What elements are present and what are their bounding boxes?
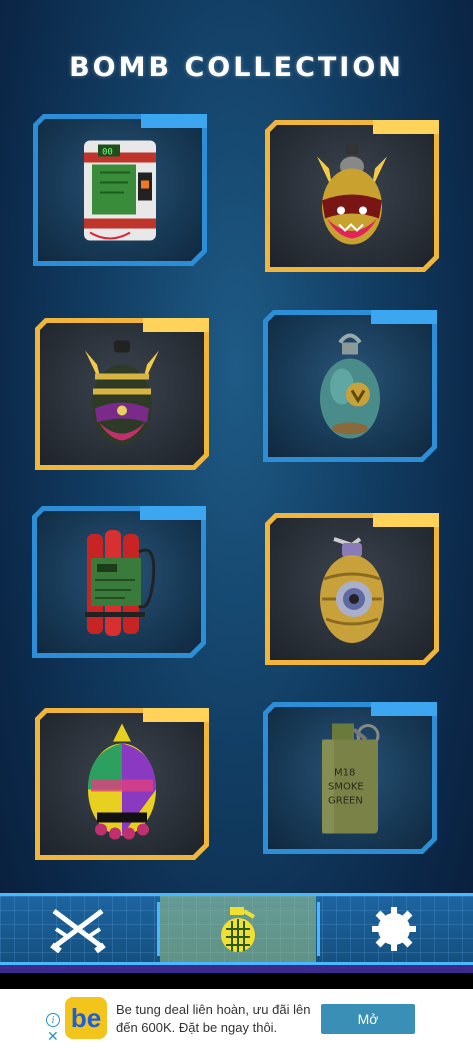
rainbow-grenade-icon [77,722,167,847]
smoke-label-2: SMOKE [328,782,364,793]
bomb-card-c4[interactable]: 00 [33,114,207,266]
bomb-card-rainbow[interactable] [35,708,209,860]
bomb-card-horned-red[interactable] [265,120,439,272]
nav-weapons-tab[interactable] [0,896,156,962]
smoke-label-3: GREEN [328,796,363,807]
ad-text: Be tung deal liên hoàn, ưu đãi lên đến 6… [116,1002,311,1035]
ad-logo: be [65,997,107,1039]
c4-display: 00 [102,148,113,158]
bomb-card-teal-egg[interactable] [263,310,437,462]
nav-bombs-tab[interactable] [160,896,316,962]
ad-info-icon[interactable]: i [46,1013,60,1027]
grenade-icon [221,907,256,952]
ad-banner[interactable]: i ✕ be Be tung deal liên hoàn, ưu đãi lê… [0,989,473,1050]
bomb-card-smoke[interactable]: M18 SMOKE GREEN [263,702,437,854]
teal-egg-grenade-icon [310,329,390,444]
nav-mines-tab[interactable] [316,896,472,962]
ad-close-icon[interactable]: ✕ [47,1030,59,1044]
bottom-nav [0,893,473,965]
dynamite-icon [79,522,159,642]
smoke-label-1: M18 [334,768,355,779]
bomb-card-dynamite[interactable] [32,506,206,658]
smoke-grenade-icon: M18 SMOKE GREEN [310,716,390,841]
eye-grenade-icon [312,529,392,649]
horned-green-grenade-icon [77,337,167,452]
horned-red-grenade-icon [307,139,397,254]
gear-mine-icon [372,907,416,951]
crossed-rifles-icon [50,909,106,953]
c4-bomb-icon: 00 [80,133,160,248]
bomb-card-horned-green[interactable] [35,318,209,470]
bomb-card-eye[interactable] [265,513,439,665]
page-title: BOMB COLLECTION [69,52,404,83]
ad-open-button[interactable]: Mở [321,1004,415,1034]
